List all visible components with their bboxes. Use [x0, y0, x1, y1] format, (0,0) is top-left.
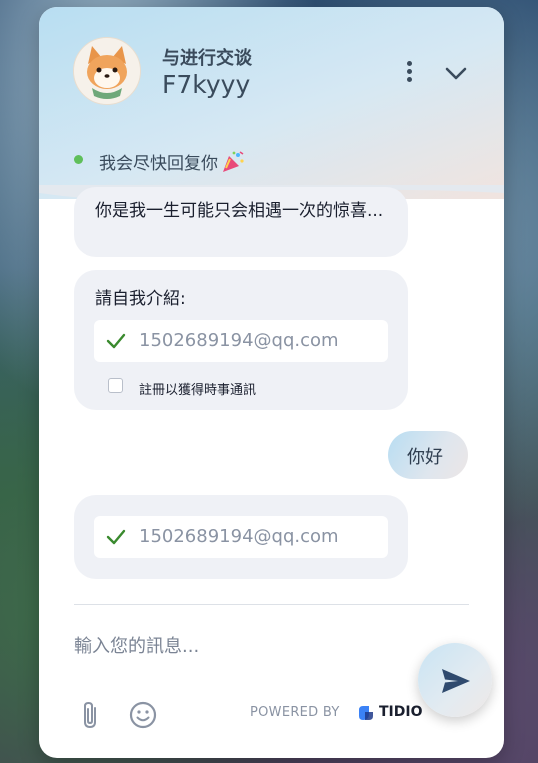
agent-name: F7kyyy: [162, 70, 251, 99]
message-input[interactable]: [74, 631, 444, 661]
email-value-2: 1502689194@qq.com: [139, 526, 339, 547]
party-popper-icon: [220, 150, 246, 174]
newsletter-checkbox[interactable]: [108, 378, 123, 393]
tidio-logo-icon[interactable]: [357, 704, 375, 722]
paperclip-icon: [84, 701, 96, 729]
email-value: 1502689194@qq.com: [139, 330, 339, 351]
powered-by-label: POWERED BY: [250, 705, 340, 720]
check-icon: [106, 333, 126, 349]
email-confirmation-bubble: 1502689194@qq.com: [74, 495, 408, 579]
header-subtitle: 与进行交谈: [162, 48, 252, 69]
agent-avatar: [73, 37, 141, 105]
agent-message-text: 你是我一生可能只会相遇一次的惊喜...: [95, 201, 384, 221]
input-divider: [74, 604, 469, 605]
check-icon: [106, 529, 126, 545]
chevron-down-icon: [445, 67, 467, 80]
send-icon: [442, 669, 470, 693]
online-status-dot: [74, 155, 83, 164]
user-message-bubble: 你好: [388, 431, 468, 479]
emoji-button[interactable]: [128, 700, 158, 730]
email-field-2[interactable]: 1502689194@qq.com: [94, 516, 388, 558]
chat-widget: 与进行交谈 F7kyyy 我会尽快回复你 你是我一生可能只会相遇一次的惊喜...…: [39, 7, 504, 758]
more-vertical-icon: [407, 61, 412, 66]
user-message-text: 你好: [407, 447, 443, 468]
more-options-button[interactable]: [399, 57, 421, 87]
agent-message-bubble: 你是我一生可能只会相遇一次的惊喜...: [74, 187, 408, 257]
send-button[interactable]: [418, 643, 492, 717]
minimize-button[interactable]: [441, 61, 471, 85]
email-field[interactable]: 1502689194@qq.com: [94, 320, 388, 362]
chat-header: 与进行交谈 F7kyyy 我会尽快回复你: [39, 7, 504, 199]
attach-button[interactable]: [79, 700, 103, 730]
form-title: 請自我介紹:: [95, 289, 186, 309]
messages-area[interactable]: 你是我一生可能只会相遇一次的惊喜... 請自我介紹: 1502689194@qq…: [39, 187, 504, 604]
contact-form-bubble: 請自我介紹: 1502689194@qq.com 註冊以獲得時事通訊: [74, 270, 408, 410]
status-text: 我会尽快回复你: [99, 149, 246, 174]
newsletter-label: 註冊以獲得時事通訊: [139, 383, 257, 398]
emoji-icon: [129, 701, 157, 729]
tidio-brand-link[interactable]: TIDIO: [379, 704, 423, 720]
